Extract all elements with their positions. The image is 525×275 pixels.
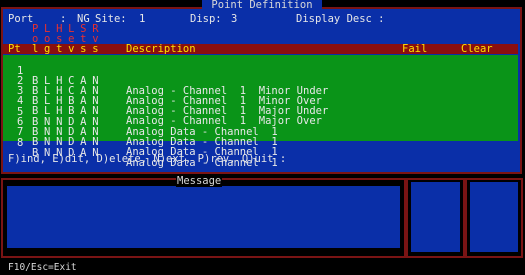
- side-panel-left-area: [411, 182, 460, 252]
- table-row[interactable]: 7 B N N D A N Analog Data - Channel 1: [3, 117, 518, 158]
- side-panel-left: [406, 178, 465, 258]
- port-label: Port: [8, 13, 34, 25]
- col-head-pt: Pt: [8, 43, 21, 55]
- col-head-fail: Fail: [402, 43, 428, 55]
- site-label: Site:: [95, 13, 127, 25]
- row-flags: B N N D A N: [32, 136, 99, 148]
- row-pt: 8: [17, 137, 24, 149]
- disp-value[interactable]: 3: [231, 14, 237, 25]
- command-prompt[interactable]: F)ind, E)dit, D)elete, N)ext, P)rev, Q)u…: [8, 154, 286, 165]
- table-row[interactable]: 8 B N N D A N Analog Data - Channel 1: [3, 128, 518, 169]
- footer-hint: F10/Esc=Exit: [8, 262, 77, 273]
- message-area: [7, 186, 400, 248]
- disp-label: Disp:: [190, 13, 222, 25]
- col-head-clear: Clear: [461, 43, 493, 55]
- message-panel: [1, 178, 406, 258]
- table-row[interactable]: 4 B L H B A N Analog - Channel 1 Major O…: [3, 86, 518, 127]
- table-row[interactable]: 2 B L H C A N Analog - Channel 1 Minor O…: [3, 66, 518, 107]
- side-panel-right: [465, 178, 523, 258]
- site-value[interactable]: 1: [139, 14, 145, 25]
- display-desc-label: Display Desc :: [296, 13, 385, 25]
- table-row[interactable]: 3 B L H B A N Analog - Channel 1 Major U…: [3, 76, 518, 117]
- table-row[interactable]: 5 B N N D A N Analog Data - Channel 1: [3, 97, 518, 138]
- table-row[interactable]: 6 B N N D A N Analog Data - Channel 1: [3, 107, 518, 148]
- col-heads-line3: l g t v s s: [32, 43, 99, 55]
- message-title: Message: [176, 175, 223, 187]
- window-title: Point Definition: [202, 0, 322, 11]
- table-row[interactable]: 1 B L H C A N Analog - Channel 1 Minor U…: [3, 56, 518, 97]
- side-panel-right-area: [470, 182, 518, 252]
- points-table: 1 B L H C A N Analog - Channel 1 Minor U…: [3, 55, 518, 169]
- col-head-description: Description: [126, 43, 196, 55]
